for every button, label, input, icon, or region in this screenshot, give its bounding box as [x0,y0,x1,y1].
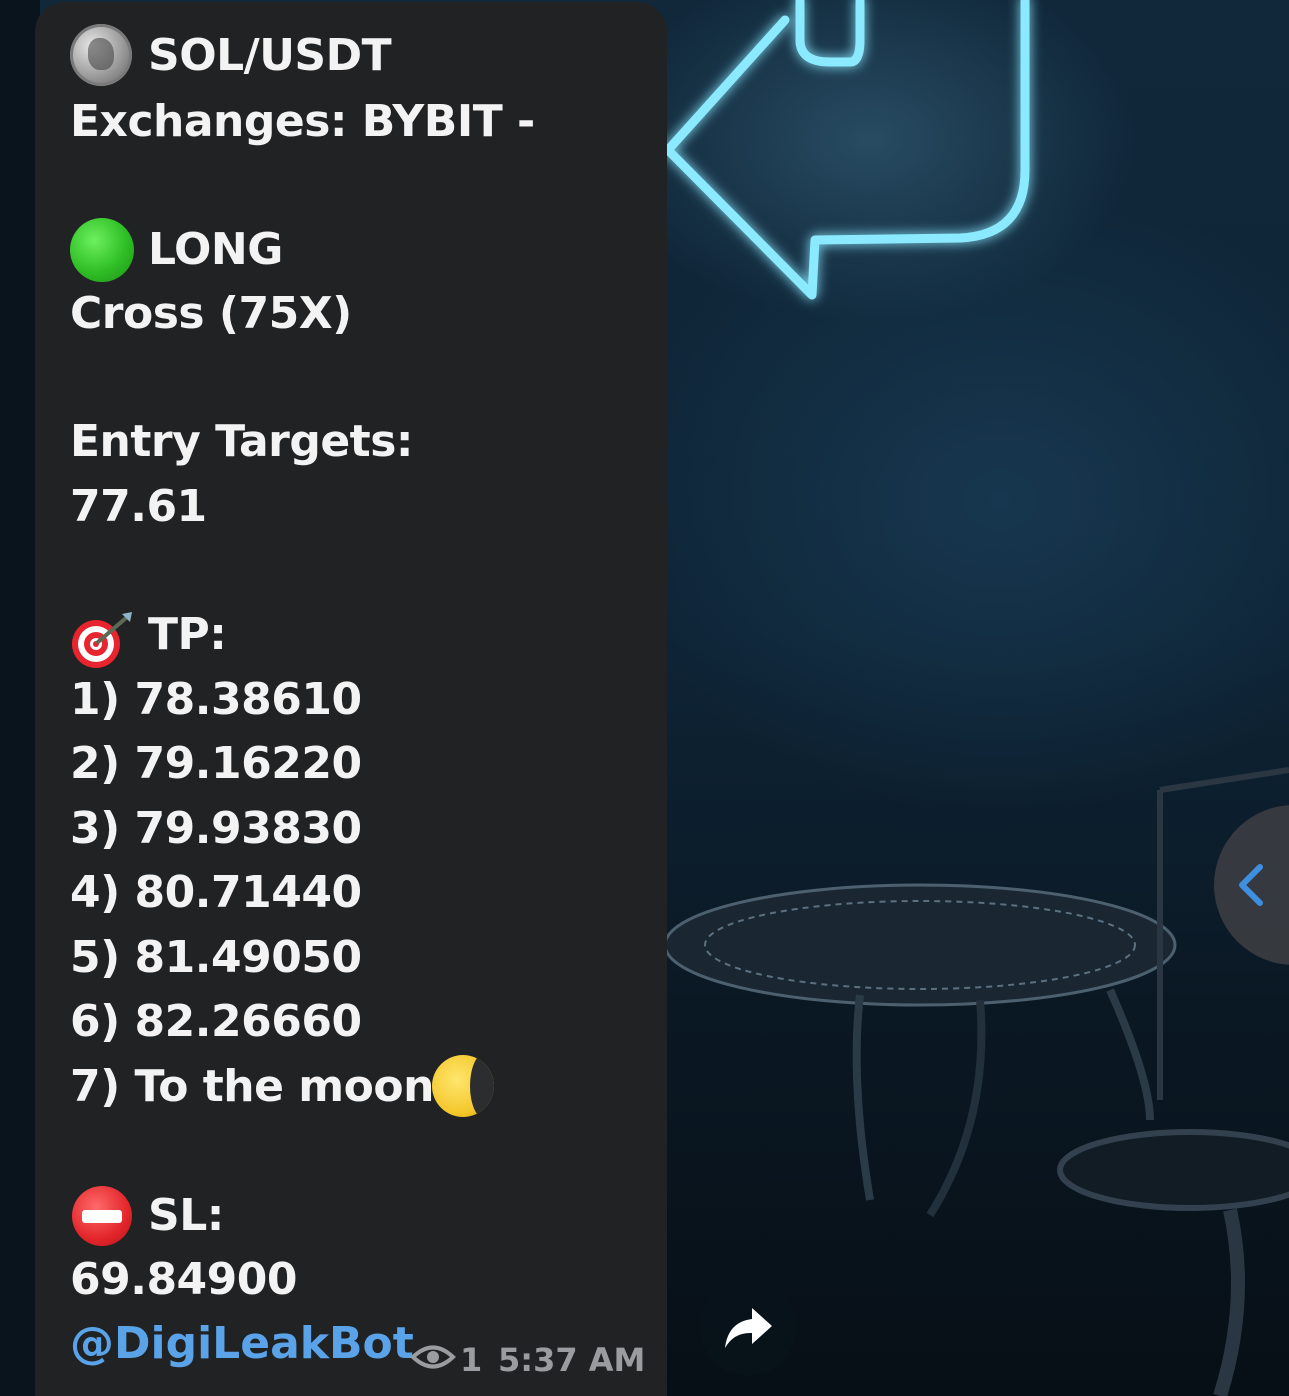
no-entry-icon [72,1186,132,1246]
tp-target-2: 2) 79.16220 [70,738,362,789]
tp-target-5: 5) 81.49050 [70,932,362,983]
chevron-left-icon [1239,864,1263,906]
message-time: 5:37 AM [498,1341,646,1379]
entry-value: 77.61 [70,481,207,532]
tp-target-4: 4) 80.71440 [70,867,362,918]
exchanges-label: Exchanges: BYBIT - [70,96,535,147]
tp-label: TP: [148,609,227,660]
tp-target-1: 1) 78.38610 [70,674,362,725]
eye-icon [410,1345,456,1369]
pair-label: SOL/USDT [148,30,392,81]
entry-targets-label: Entry Targets: [70,416,414,467]
direct-hit-target-icon [72,612,132,668]
sl-value: 69.84900 [70,1254,298,1305]
direction-label: LONG [148,224,283,275]
solana-coin-icon [70,24,132,86]
view-count: 1 [460,1341,483,1379]
share-arrow-icon [725,1308,772,1348]
tp-target-3: 3) 79.93830 [70,803,362,854]
share-button[interactable] [700,1280,796,1376]
tp-target-7: 7) To the moon [70,1061,434,1112]
green-circle-icon [70,218,134,282]
tp-target-6: 6) 82.26660 [70,996,362,1047]
moon-icon [432,1055,494,1117]
bot-mention-link[interactable]: @DigiLeakBot [70,1318,414,1370]
margin-label: Cross (75X) [70,288,352,339]
neon-arrow-sign [663,0,1030,300]
sl-label: SL: [148,1190,224,1241]
